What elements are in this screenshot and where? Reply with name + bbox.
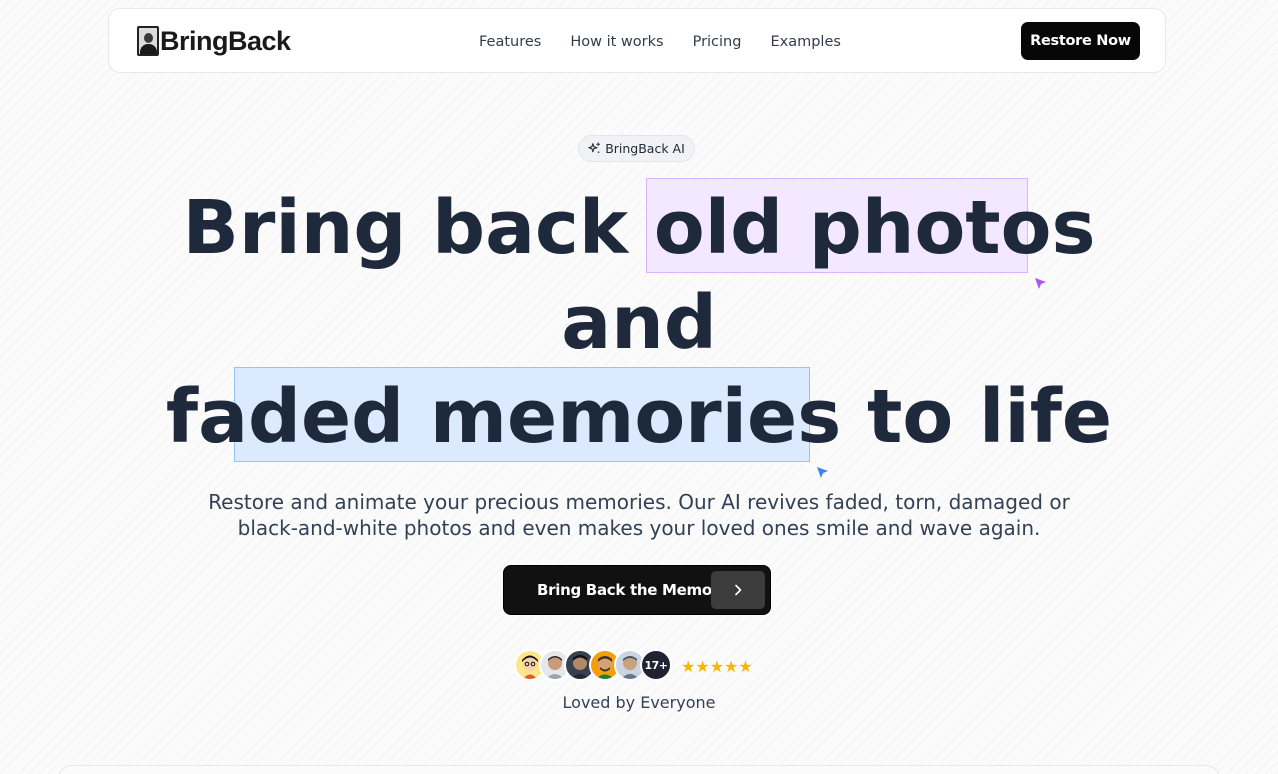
bring-back-memories-button[interactable]: Bring Back the Memories [503,565,771,615]
badge-label: BringBack AI [605,141,685,156]
next-section-card [58,765,1220,774]
headline-text: to life [841,374,1113,460]
headline-highlight-faded-memories: faded memories [165,374,842,460]
rating-stars: ★★★★★ [681,657,753,676]
loved-by-caption: Loved by Everyone [562,693,716,712]
logo-text: BringBack [160,25,291,56]
nav-link-pricing[interactable]: Pricing [693,34,742,50]
purple-cursor-icon [1035,278,1046,289]
nav-link-features[interactable]: Features [479,34,541,50]
logo[interactable]: BringBack [137,25,291,57]
subtitle-line-2: black-and-white photos and even makes yo… [237,516,1041,540]
headline-line-2: and [561,280,717,366]
bringback-ai-badge: BringBack AI [578,135,695,162]
top-navbar: BringBack Features How it works Pricing … [108,8,1166,73]
sparkles-icon [588,142,601,153]
headline-line-1: Bring back old photos [0,181,1278,276]
nav-link-examples[interactable]: Examples [770,34,840,50]
chevron-right-icon [711,571,765,609]
headline-highlight-old-photos: old photos [653,185,1096,271]
headline-line-3: faded memories to life [0,370,1278,465]
nav-link-how-it-works[interactable]: How it works [570,34,663,50]
subtitle-line-1: Restore and animate your precious memori… [208,490,1070,514]
restore-now-button[interactable]: Restore Now [1021,22,1140,60]
nav-links: Features How it works Pricing Examples [479,9,870,74]
blue-cursor-icon [817,467,828,478]
logo-portrait-icon [137,26,159,56]
headline-text: Bring back [182,185,654,271]
avatar-count-badge: 17+ [640,649,672,681]
